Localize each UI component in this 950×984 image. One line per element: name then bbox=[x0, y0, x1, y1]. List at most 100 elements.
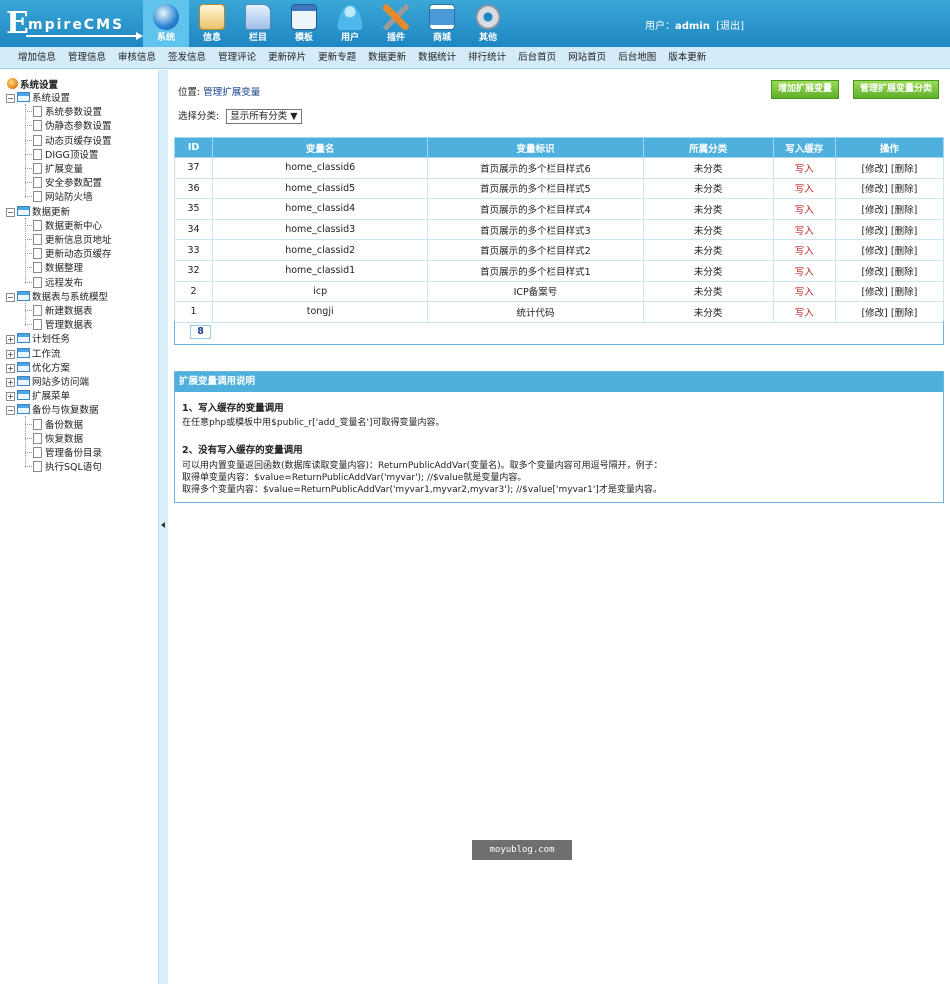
tree-connector bbox=[25, 196, 32, 198]
table-row: 33 home_classid2 首页展示的多个栏目样式2 未分类 写入 [修改] [删除… bbox=[173, 239, 945, 261]
topnav-label: 系统 bbox=[156, 33, 175, 43]
delete-link[interactable]: [删除] bbox=[891, 287, 917, 298]
tree-item[interactable]: 伪静态参数设置 bbox=[25, 120, 112, 134]
tree-item[interactable]: 备份数据 bbox=[25, 418, 83, 433]
quick-menu-item[interactable]: 数据更新 bbox=[362, 47, 412, 68]
delete-link[interactable]: [删除] bbox=[891, 267, 917, 278]
delete-link[interactable]: [删除] bbox=[891, 308, 917, 319]
expand-icon[interactable]: + bbox=[6, 363, 15, 373]
tree-item-label: 新建数据表 bbox=[45, 306, 93, 317]
quick-menu-item[interactable]: 审核信息 bbox=[112, 47, 162, 68]
quick-menu-item[interactable]: 排行统计 bbox=[462, 47, 512, 68]
tree-group[interactable]: + 工作流 bbox=[6, 347, 61, 362]
tree-connector bbox=[25, 139, 32, 141]
topnav-item[interactable]: 系统 bbox=[143, 0, 189, 47]
quick-menu-item[interactable]: 更新碎片 bbox=[262, 47, 312, 68]
expand-icon[interactable]: + bbox=[6, 349, 15, 359]
quick-menu-item[interactable]: 签发信息 bbox=[162, 47, 212, 68]
topnav-item[interactable]: 信息 bbox=[189, 0, 235, 47]
tree-group[interactable]: + 优化方案 bbox=[6, 361, 70, 376]
breadcrumb-link[interactable]: 管理扩展变量 bbox=[203, 87, 260, 98]
breadcrumb-label: 位置: bbox=[178, 87, 204, 98]
quick-menu-item[interactable]: 数据统计 bbox=[412, 47, 462, 68]
page-icon bbox=[33, 276, 42, 288]
collapse-icon[interactable]: − bbox=[6, 207, 15, 217]
edit-link[interactable]: [修改] bbox=[861, 164, 887, 175]
quick-menu-item[interactable]: 管理信息 bbox=[62, 47, 112, 68]
topnav-item[interactable]: 插件 bbox=[373, 0, 419, 47]
logout-link[interactable]: [退出] bbox=[716, 21, 744, 32]
tree-item[interactable]: 安全参数配置 bbox=[25, 177, 102, 191]
topnav-item[interactable]: 模板 bbox=[281, 0, 327, 47]
collapse-icon[interactable]: − bbox=[6, 406, 15, 416]
collapse-icon[interactable]: − bbox=[6, 94, 15, 103]
tree-group[interactable]: + 网站多访问端 bbox=[6, 376, 89, 390]
tree-item[interactable]: DIGG顶设置 bbox=[25, 148, 98, 163]
tree-group[interactable]: − 系统设置 bbox=[6, 92, 70, 106]
tree-group[interactable]: − 数据更新 bbox=[6, 205, 70, 220]
tree-item[interactable]: 执行SQL语句 bbox=[25, 461, 102, 475]
quick-menu-item[interactable]: 网站首页 bbox=[562, 47, 612, 68]
delete-link[interactable]: [删除] bbox=[891, 226, 917, 237]
column-header: 变量名 bbox=[212, 137, 429, 158]
edit-link[interactable]: [修改] bbox=[861, 246, 887, 257]
tree-group[interactable]: + 扩展菜单 bbox=[6, 390, 70, 404]
help-heading-1: 1、写入缓存的变量调用 bbox=[182, 403, 284, 414]
cell-name: home_classid1 bbox=[212, 259, 429, 282]
cell-name: home_classid5 bbox=[212, 177, 429, 200]
tree-item[interactable]: 恢复数据 bbox=[25, 432, 83, 447]
tree-item[interactable]: 新建数据表 bbox=[25, 305, 93, 319]
quick-menu-item[interactable]: 后台首页 bbox=[512, 47, 562, 68]
cell-class: 未分类 bbox=[642, 239, 774, 261]
delete-link[interactable]: [删除] bbox=[891, 205, 917, 216]
tree-group[interactable]: − 备份与恢复数据 bbox=[6, 404, 99, 418]
tree-item[interactable]: 扩展变量 bbox=[25, 163, 83, 177]
tree-item[interactable]: 系统参数设置 bbox=[25, 106, 102, 120]
delete-link[interactable]: [删除] bbox=[891, 164, 917, 175]
delete-link[interactable]: [删除] bbox=[891, 184, 917, 195]
expand-icon[interactable]: + bbox=[6, 378, 15, 387]
tree-item[interactable]: 更新信息页地址 bbox=[25, 234, 112, 248]
edit-link[interactable]: [修改] bbox=[861, 184, 887, 195]
collapse-arrow-icon[interactable] bbox=[161, 522, 165, 528]
tree-item[interactable]: 网站防火墙 bbox=[25, 191, 93, 205]
topnav-item[interactable]: 用户 bbox=[327, 0, 373, 47]
tree-item[interactable]: 管理备份目录 bbox=[25, 447, 102, 461]
edit-link[interactable]: [修改] bbox=[861, 226, 887, 237]
edit-link[interactable]: [修改] bbox=[861, 287, 887, 298]
tree-item-label: 网站防火墙 bbox=[45, 192, 93, 204]
cell-id: 33 bbox=[173, 239, 214, 261]
class-select[interactable]: 显示所有分类 ▼ bbox=[226, 109, 302, 124]
column-header: ID bbox=[173, 137, 214, 158]
tree-item[interactable]: 数据更新中心 bbox=[25, 219, 102, 234]
tree-item[interactable]: 管理数据表 bbox=[25, 319, 93, 333]
tree-item[interactable]: 远程发布 bbox=[25, 276, 83, 291]
expand-icon[interactable]: + bbox=[6, 335, 15, 345]
empirecms-logo[interactable]: E mpireCMS bbox=[6, 8, 143, 42]
tree-item[interactable]: 数据整理 bbox=[25, 262, 83, 276]
topnav-item[interactable]: 商城 bbox=[419, 0, 465, 47]
quick-menu-item[interactable]: 后台地图 bbox=[612, 47, 662, 68]
expand-icon[interactable]: + bbox=[6, 392, 15, 402]
cell-mark: 首页展示的多个栏目样式6 bbox=[427, 157, 644, 179]
quick-menu-item[interactable]: 版本更新 bbox=[662, 47, 712, 68]
tree-item[interactable]: 更新动态页缓存 bbox=[25, 248, 112, 262]
quick-menu-item[interactable]: 增加信息 bbox=[12, 47, 62, 68]
collapse-icon[interactable]: − bbox=[6, 292, 15, 302]
tree-group[interactable]: + 计划任务 bbox=[6, 333, 70, 347]
tree-item[interactable]: 动态页缓存设置 bbox=[25, 134, 112, 149]
tree-item-label: 伪静态参数设置 bbox=[45, 121, 112, 133]
edit-link[interactable]: [修改] bbox=[861, 267, 887, 278]
topnav-item[interactable]: 栏目 bbox=[235, 0, 281, 47]
add-variable-button[interactable]: 增加扩展变量 bbox=[771, 80, 840, 99]
quick-menu-item[interactable]: 更新专题 bbox=[312, 47, 362, 68]
tree-group[interactable]: − 数据表与系统模型 bbox=[6, 290, 108, 305]
topnav-item[interactable]: 其他 bbox=[465, 0, 511, 47]
delete-link[interactable]: [删除] bbox=[891, 246, 917, 257]
manage-variable-class-button[interactable]: 管理扩展变量分类 bbox=[853, 80, 940, 99]
tree-root[interactable]: 系统设置 bbox=[7, 78, 58, 92]
edit-link[interactable]: [修改] bbox=[861, 308, 887, 319]
sidebar-splitter[interactable] bbox=[158, 70, 168, 984]
edit-link[interactable]: [修改] bbox=[861, 205, 887, 216]
quick-menu-item[interactable]: 管理评论 bbox=[212, 47, 262, 68]
